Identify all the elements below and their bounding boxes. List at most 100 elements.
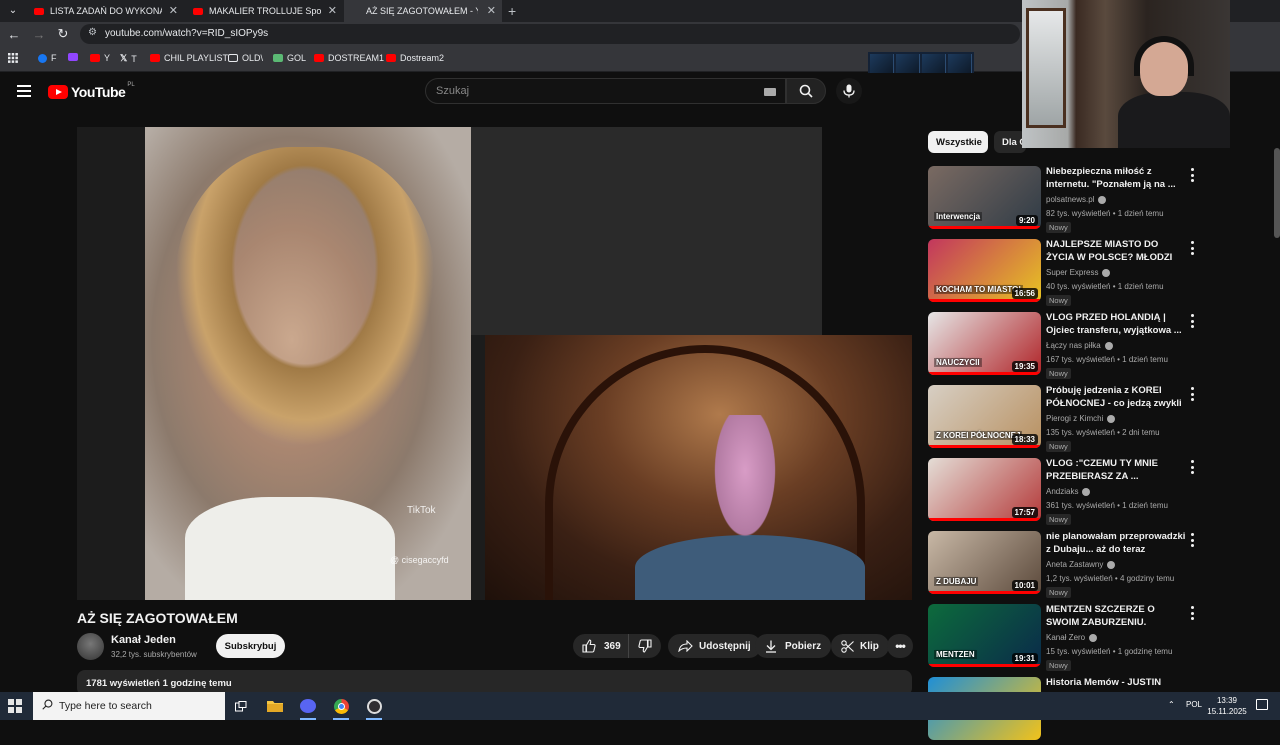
more-vertical-icon[interactable] — [1187, 314, 1197, 328]
video-duration: 16:56 — [1011, 288, 1038, 299]
recommendation-title[interactable]: MENTZEN SZCZERZE O SWOIM ZABURZENIU. DIA… — [1046, 604, 1186, 629]
bookmark-chil-playlist[interactable]: CHIL PLAYLIST — [150, 53, 228, 63]
search-button[interactable] — [786, 78, 826, 104]
recommendation-title[interactable]: VLOG :"CZEMU TY MNIE PRZEBIERASZ ZA ... — [1046, 458, 1186, 483]
bookmark-dostream2[interactable]: Dostream2 — [386, 53, 444, 63]
recommendation-channel[interactable]: Kanał Zero — [1046, 633, 1085, 642]
recommendation-card[interactable]: KOCHAM TO MIASTO! 16:56 NAJLEPSZE MIASTO D… — [928, 239, 1203, 307]
recommendation-channel[interactable]: Andziaks — [1046, 487, 1078, 496]
show-hidden-icons-icon[interactable]: ⌃ — [1168, 700, 1175, 709]
recommendation-card[interactable]: 17:57 VLOG :"CZEMU TY MNIE PRZEBIERASZ ZA… — [928, 458, 1203, 526]
video-player[interactable]: TikTok @ cisegaccyfd — [77, 127, 912, 600]
channel-avatar[interactable] — [77, 633, 104, 660]
video-thumbnail[interactable]: NAUCZYCII 19:35 — [928, 312, 1041, 375]
share-button[interactable]: Udostępnij — [668, 634, 761, 658]
more-vertical-icon[interactable] — [1187, 168, 1197, 182]
subscribe-button[interactable]: Subskrybuj — [216, 634, 285, 658]
more-vertical-icon[interactable] — [1187, 241, 1197, 255]
video-thumbnail[interactable]: Z DUBAJU 10:01 — [928, 531, 1041, 594]
dislike-button[interactable] — [629, 634, 661, 658]
reload-icon[interactable]: ↻ — [55, 26, 71, 42]
youtube-icon — [386, 54, 396, 62]
video-thumbnail[interactable]: 17:57 — [928, 458, 1041, 521]
more-vertical-icon[interactable] — [1187, 533, 1197, 547]
channel-name[interactable]: Kanał Jeden — [111, 634, 176, 646]
discord-icon[interactable] — [297, 696, 319, 720]
recommendation-title[interactable]: Niebezpieczna miłość z internetu. "Pozna… — [1046, 166, 1186, 191]
voice-search-button[interactable] — [836, 78, 862, 104]
youtube-logo[interactable]: YouTube PL — [48, 82, 135, 100]
video-duration: 10:01 — [1011, 580, 1038, 591]
bookmark-dostream1[interactable]: DOSTREAM1 — [314, 53, 384, 63]
recommendation-meta: 15 tys. wyświetleń • 1 godzinę temu — [1046, 647, 1173, 656]
menu-icon[interactable] — [17, 85, 31, 97]
windows-start-icon[interactable] — [8, 699, 22, 713]
input-language[interactable]: POL — [1186, 700, 1202, 709]
browser-tab-active[interactable]: AŻ SIĘ ZAGOTOWAŁEM - YouTube ✕ — [344, 0, 502, 22]
clip-button[interactable]: Klip — [831, 634, 889, 658]
like-button[interactable]: 369 — [573, 634, 629, 658]
recommendation-card[interactable]: MENTZEN 19:31 MENTZEN SZCZERZE O SWOIM ZAB… — [928, 604, 1203, 672]
back-arrow-icon[interactable]: ← — [6, 26, 22, 42]
bookmark-facebook[interactable]: F — [38, 53, 57, 63]
search-input[interactable]: Szukaj — [425, 78, 786, 104]
video-thumbnail[interactable]: Interwencja 9:20 — [928, 166, 1041, 229]
address-bar[interactable]: ⚙ youtube.com/watch?v=RID_sIOPy9s — [80, 24, 1020, 44]
recommendation-channel[interactable]: Pierogi z Kimchi — [1046, 414, 1103, 423]
recommendation-title[interactable]: nie planowałam przeprowadzki z Dubaju...… — [1046, 531, 1186, 556]
taskbar-search-input[interactable]: Type here to search — [33, 692, 225, 720]
recommendation-card[interactable]: Z DUBAJU 10:01 nie planowałam przeprowadzk… — [928, 531, 1203, 599]
task-view-icon[interactable] — [230, 696, 252, 716]
close-icon[interactable]: ✕ — [169, 4, 178, 17]
more-actions-button[interactable]: ••• — [887, 634, 913, 658]
youtube-play-icon — [48, 85, 68, 99]
bookmark-folder-old[interactable]: OLD\ — [228, 53, 263, 63]
twitch-icon — [68, 53, 78, 61]
video-duration: 19:35 — [1011, 361, 1038, 372]
more-vertical-icon[interactable] — [1187, 387, 1197, 401]
notifications-icon[interactable] — [1256, 699, 1268, 710]
browser-tab[interactable]: MAKALIER TROLLUJE Spotkanie ✕ — [185, 0, 343, 22]
taskbar-clock[interactable]: 13:39 15.11.2025 — [1207, 695, 1247, 717]
bookmark-x[interactable]: 𝕏T — [120, 53, 137, 64]
recommendation-card[interactable]: Z KOREI PÓŁNOCNEJ 18:33 Próbuję jedzenia z… — [928, 385, 1203, 453]
recommendation-channel[interactable]: Łączy nas piłka — [1046, 341, 1101, 350]
obs-icon[interactable] — [363, 696, 385, 720]
forward-arrow-icon[interactable]: → — [31, 26, 47, 42]
new-badge: Nowy — [1046, 514, 1071, 525]
recommendation-title[interactable]: VLOG PRZED HOLANDIĄ | Ojciec transferu, … — [1046, 312, 1186, 337]
page-scrollbar[interactable] — [1274, 148, 1280, 238]
bookmark-twitch[interactable] — [68, 53, 82, 61]
browser-tab-label: AŻ SIĘ ZAGOTOWAŁEM - YouTube — [366, 6, 478, 16]
bookmark-youtube[interactable]: Y — [90, 53, 110, 63]
apps-grid-icon[interactable] — [8, 53, 18, 63]
tab-search-icon[interactable]: ⌄ — [4, 0, 22, 20]
site-info-icon[interactable]: ⚙ — [88, 27, 97, 38]
chip-all[interactable]: Wszystkie — [928, 131, 988, 153]
recommendation-card[interactable]: Interwencja 9:20 Niebezpieczna miłość z in… — [928, 166, 1203, 234]
more-vertical-icon[interactable] — [1187, 606, 1197, 620]
clock-date: 15.11.2025 — [1207, 707, 1247, 716]
browser-tab[interactable]: LISTA ZADAŃ DO WYKONANIA ✕ — [26, 0, 184, 22]
recommendation-channel[interactable]: polsatnews.pl — [1046, 195, 1094, 204]
video-duration: 17:57 — [1011, 507, 1038, 518]
video-thumbnail[interactable]: Z KOREI PÓŁNOCNEJ 18:33 — [928, 385, 1041, 448]
keyboard-icon[interactable] — [764, 88, 776, 96]
chrome-icon[interactable] — [330, 696, 352, 720]
new-tab-icon[interactable]: + — [508, 0, 516, 22]
close-icon[interactable]: ✕ — [487, 4, 496, 17]
close-icon[interactable]: ✕ — [328, 4, 337, 17]
video-thumbnail[interactable]: KOCHAM TO MIASTO! 16:56 — [928, 239, 1041, 302]
more-vertical-icon[interactable] — [1187, 460, 1197, 474]
video-thumbnail[interactable]: MENTZEN 19:31 — [928, 604, 1041, 667]
download-button[interactable]: Pobierz — [755, 634, 832, 658]
watched-progress-bar — [928, 299, 1041, 302]
recommendation-card[interactable]: NAUCZYCII 19:35 VLOG PRZED HOLANDIĄ | Ojci… — [928, 312, 1203, 380]
bookmark-gol[interactable]: GOL — [273, 53, 306, 63]
file-explorer-icon[interactable] — [264, 696, 286, 716]
video-duration: 9:20 — [1015, 215, 1038, 226]
recommendation-channel[interactable]: Super Express — [1046, 268, 1098, 277]
recommendation-title[interactable]: Próbuję jedzenia z KOREI PÓŁNOCNEJ - co … — [1046, 385, 1186, 410]
recommendation-channel[interactable]: Aneta Zastawny — [1046, 560, 1103, 569]
recommendation-title[interactable]: NAJLEPSZE MIASTO DO ŻYCIA W POLSCE? MŁOD… — [1046, 239, 1186, 264]
